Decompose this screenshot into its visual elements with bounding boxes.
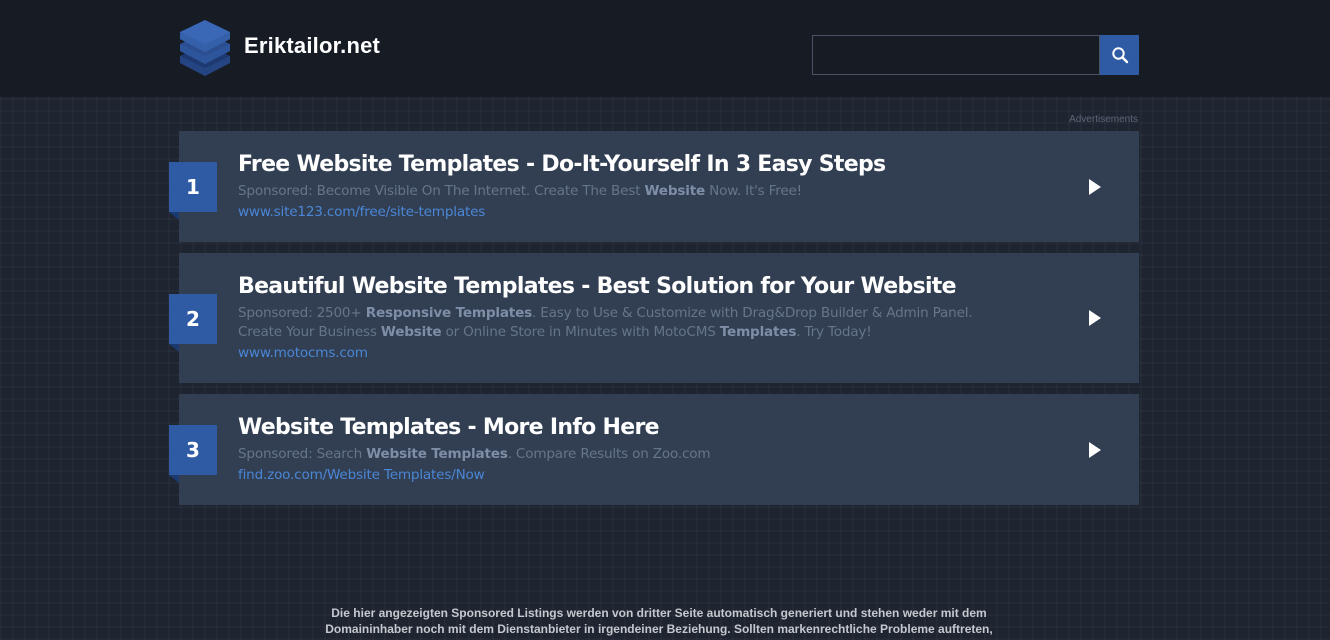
play-arrow-icon[interactable] bbox=[1089, 179, 1101, 195]
ad-url[interactable]: www.motocms.com bbox=[238, 345, 368, 361]
play-arrow-icon[interactable] bbox=[1089, 310, 1101, 326]
ad-number-badge: 3 bbox=[169, 425, 217, 483]
ad-keyword: Website bbox=[644, 183, 706, 199]
search-icon bbox=[1111, 47, 1128, 64]
ad-description: Sponsored: 2500+ Responsive Templates. E… bbox=[238, 304, 998, 342]
ad-keyword: Templates bbox=[719, 324, 797, 340]
ad-keyword: Responsive Templates bbox=[365, 305, 533, 321]
ad-description-text: . Compare Results on Zoo.com bbox=[507, 446, 711, 462]
ad-description-text: Now. It's Free! bbox=[705, 183, 802, 199]
ad-listing-3[interactable]: 3 Website Templates - More Info Here Spo… bbox=[169, 394, 1139, 505]
ad-description-text: Sponsored: 2500+ bbox=[238, 305, 366, 321]
ad-description-text: Sponsored: Become Visible On The Interne… bbox=[238, 183, 645, 199]
ad-description-text: . Try Today! bbox=[796, 324, 872, 340]
ad-description-text: or Online Store in Minutes with MotoCMS bbox=[441, 324, 720, 340]
site-name[interactable]: Eriktailor.net bbox=[244, 33, 380, 59]
ad-number-badge: 1 bbox=[169, 162, 217, 220]
ad-title[interactable]: Free Website Templates - Do-It-Yourself … bbox=[238, 152, 886, 177]
ad-title[interactable]: Website Templates - More Info Here bbox=[238, 415, 660, 440]
advertisements-label: Advertisements bbox=[1069, 114, 1138, 125]
site-header: Eriktailor.net bbox=[0, 0, 1330, 97]
ad-listing-1[interactable]: 1 Free Website Templates - Do-It-Yoursel… bbox=[169, 131, 1139, 242]
search-input[interactable] bbox=[812, 35, 1100, 75]
ad-keyword: Website bbox=[380, 324, 442, 340]
ad-url[interactable]: find.zoo.com/Website Templates/Now bbox=[238, 467, 485, 483]
stacked-layers-icon[interactable] bbox=[178, 18, 232, 78]
ad-listing-2[interactable]: 2 Beautiful Website Templates - Best Sol… bbox=[169, 253, 1139, 383]
play-arrow-icon[interactable] bbox=[1089, 442, 1101, 458]
ad-url[interactable]: www.site123.com/free/site-templates bbox=[238, 204, 485, 220]
ad-number-badge: 2 bbox=[169, 294, 217, 352]
ad-description: Sponsored: Become Visible On The Interne… bbox=[238, 182, 998, 201]
ad-title[interactable]: Beautiful Website Templates - Best Solut… bbox=[238, 274, 957, 299]
disclaimer-text: Die hier angezeigten Sponsored Listings … bbox=[325, 606, 993, 636]
ad-description: Sponsored: Search Website Templates. Com… bbox=[238, 445, 998, 464]
ad-description-text: Sponsored: Search bbox=[238, 446, 367, 462]
ad-keyword: Website Templates bbox=[366, 446, 508, 462]
search-button[interactable] bbox=[1100, 35, 1139, 75]
